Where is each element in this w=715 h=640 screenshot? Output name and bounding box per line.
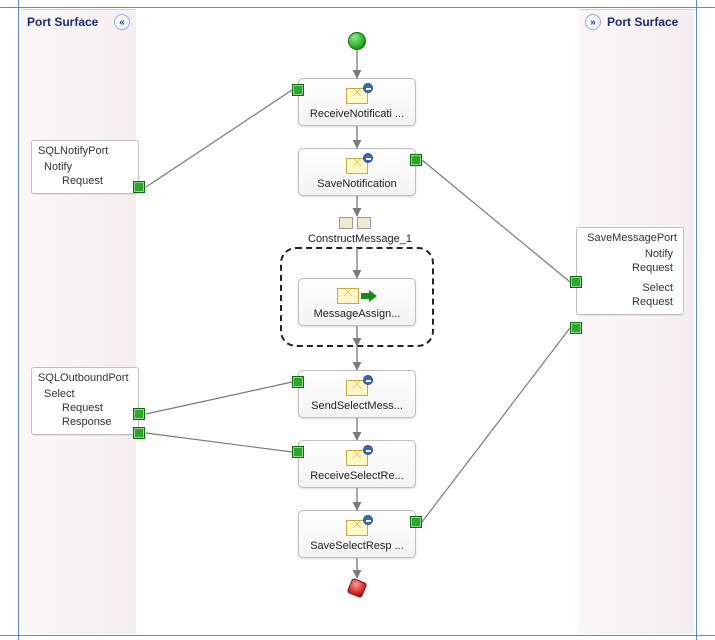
connector-layer	[0, 0, 715, 640]
orchestration-designer-canvas[interactable]: Port Surface « » Port Surface SQLNotifyP…	[0, 0, 715, 640]
